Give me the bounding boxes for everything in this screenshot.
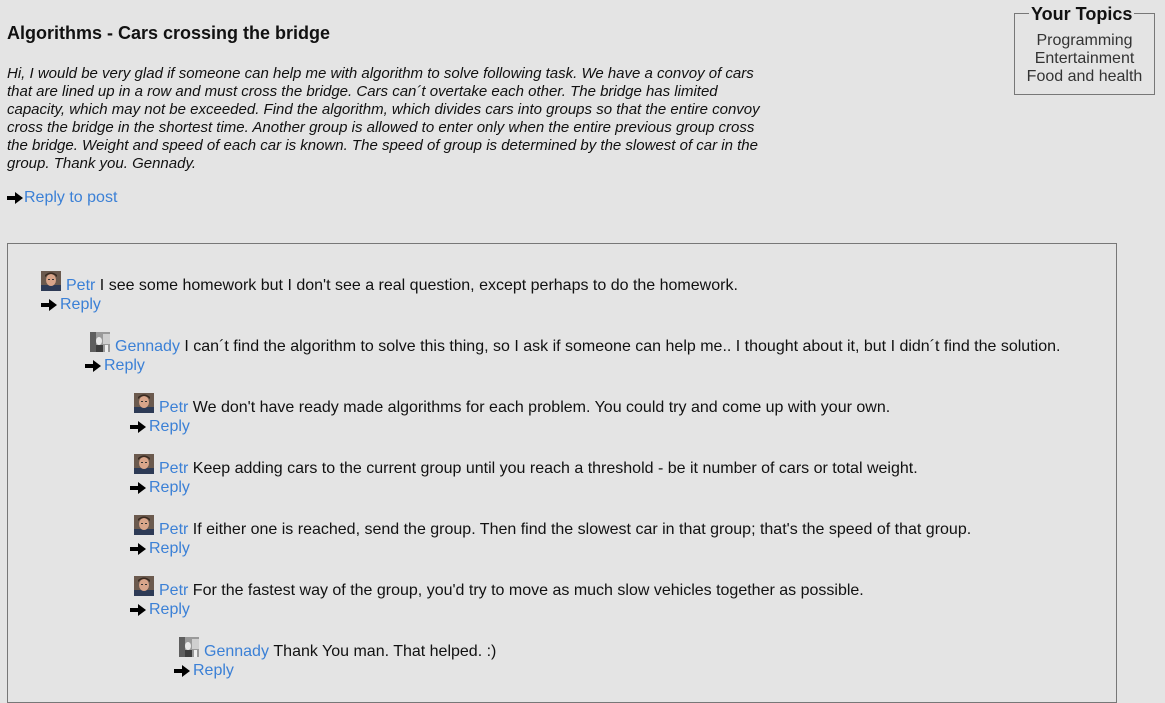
reply-link[interactable]: Reply: [104, 357, 145, 375]
comment-author[interactable]: Gennady: [115, 338, 180, 356]
comment-author[interactable]: Petr: [66, 277, 95, 295]
your-topics-box: Your Topics Programming Entertainment Fo…: [1014, 4, 1155, 95]
comment-author[interactable]: Petr: [159, 399, 188, 417]
post-body-line: the bridge. Weight and speed of each car…: [7, 137, 758, 154]
reply-action[interactable]: Reply: [130, 540, 971, 558]
reply-action[interactable]: Reply: [174, 662, 496, 680]
post-body: Hi, I would be very glad if someone can …: [7, 65, 817, 173]
arrow-right-icon: [130, 482, 146, 494]
arrow-right-icon: [130, 543, 146, 555]
topic-programming[interactable]: Programming: [1015, 32, 1154, 50]
comment: Petr We don't have ready made algorithms…: [130, 393, 891, 436]
comment-author[interactable]: Petr: [159, 460, 188, 478]
reply-link[interactable]: Reply: [60, 296, 101, 314]
post-body-line: group. Thank you. Gennady.: [7, 155, 197, 172]
arrow-right-icon: [130, 604, 146, 616]
reply-to-post-link[interactable]: Reply to post: [24, 189, 117, 207]
comment: Gennady Thank You man. That helped. :) R…: [174, 637, 497, 680]
arrow-right-icon: [85, 360, 101, 372]
reply-action[interactable]: Reply: [130, 479, 918, 497]
post-body-line: Hi, I would be very glad if someone can …: [7, 65, 754, 82]
comment-author[interactable]: Gennady: [204, 643, 269, 661]
gennady-avatar: [179, 637, 199, 657]
comment-author[interactable]: Petr: [159, 521, 188, 539]
comment-text: If either one is reached, send the group…: [192, 521, 972, 538]
reply-link[interactable]: Reply: [149, 479, 190, 497]
topic-entertainment[interactable]: Entertainment: [1015, 50, 1154, 68]
petr-avatar: [41, 271, 61, 291]
reply-action[interactable]: Reply: [85, 357, 1060, 375]
comment: Petr I see some homework but I don't see…: [41, 271, 738, 314]
topic-food-and-health[interactable]: Food and health: [1015, 68, 1154, 86]
arrow-right-icon: [130, 421, 146, 433]
comment: Petr For the fastest way of the group, y…: [130, 576, 864, 619]
comment: Petr If either one is reached, send the …: [130, 515, 972, 558]
reply-link[interactable]: Reply: [149, 540, 190, 558]
post-body-line: that are lined up in a row and must cros…: [7, 83, 718, 100]
comment-text: We don't have ready made algorithms for …: [192, 399, 891, 416]
reply-link[interactable]: Reply: [149, 601, 190, 619]
your-topics-legend: Your Topics: [1029, 4, 1135, 25]
comment-author[interactable]: Petr: [159, 582, 188, 600]
comment: Petr Keep adding cars to the current gro…: [130, 454, 918, 497]
comment-text: For the fastest way of the group, you'd …: [192, 582, 864, 599]
reply-link[interactable]: Reply: [193, 662, 234, 680]
comment-text: Thank You man. That helped. :): [273, 643, 497, 660]
petr-avatar: [134, 515, 154, 535]
reply-link[interactable]: Reply: [149, 418, 190, 436]
arrow-right-icon: [7, 192, 23, 204]
post-title: Algorithms - Cars crossing the bridge: [7, 23, 331, 43]
topics-list: Programming Entertainment Food and healt…: [1015, 32, 1154, 86]
arrow-right-icon: [41, 299, 57, 311]
comment-text: I see some homework but I don't see a re…: [99, 277, 738, 294]
petr-avatar: [134, 393, 154, 413]
reply-action[interactable]: Reply: [130, 601, 864, 619]
reply-action[interactable]: Reply: [130, 418, 890, 436]
gennady-avatar: [90, 332, 110, 352]
comment-text: I can´t find the algorithm to solve this…: [184, 338, 1061, 355]
post-body-line: capacity, which may not be exceeded. Fin…: [7, 101, 760, 118]
reply-action[interactable]: Reply: [41, 296, 738, 314]
arrow-right-icon: [174, 665, 190, 677]
petr-avatar: [134, 454, 154, 474]
comment-text: Keep adding cars to the current group un…: [192, 460, 918, 477]
petr-avatar: [134, 576, 154, 596]
post-body-line: cross the bridge in the shortest time. A…: [7, 119, 755, 136]
reply-to-post[interactable]: Reply to post: [7, 189, 117, 207]
comment: Gennady I can´t find the algorithm to so…: [85, 332, 1061, 375]
